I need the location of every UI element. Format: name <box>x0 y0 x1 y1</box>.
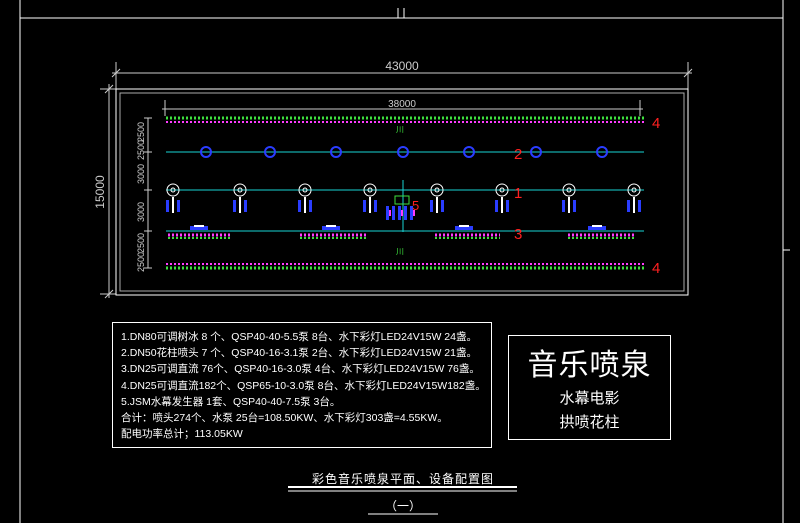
center-mark-bottom: 川 <box>396 247 404 256</box>
marker-2: 2 <box>514 146 522 163</box>
center-mark-top: 川 <box>396 125 404 134</box>
spacing-label-5: 2500 <box>136 233 146 253</box>
note-line-2: 2.DN50花柱喷头 7 个、QSP40-16-3.1泵 2台、水下彩灯LED2… <box>121 347 477 360</box>
note-line-6: 合计：喷头274个、水泵 25台=108.50KW、水下彩灯303盏=4.55K… <box>121 411 448 424</box>
marker-4-bottom: 4 <box>652 260 660 277</box>
dim-38000-label: 38000 <box>388 99 416 110</box>
marker-1: 1 <box>514 185 522 202</box>
marker-4-top: 4 <box>652 115 660 132</box>
nozzle-row-3 <box>166 225 644 239</box>
note-line-5: 5.JSM水幕发生器 1套、QSP40-40-7.5泵 3台。 <box>121 395 341 408</box>
spacing-label-4: 3000 <box>136 202 146 222</box>
nozzle-row-2 <box>166 146 644 158</box>
spacing-label-6: 2500 <box>136 252 146 272</box>
nozzle-row-4-top <box>166 116 644 123</box>
note-line-1: 1.DN80可调树冰 8 个、QSP40-40-5.5泵 8台、水下彩灯LED2… <box>121 331 477 343</box>
title-line-1: 水幕电影 <box>559 390 620 407</box>
title-block: 音乐喷泉 水幕电影 拱喷花柱 <box>508 335 671 440</box>
drawing-number: （一） <box>384 499 421 513</box>
row-spacing-labels: 2500 2500 3000 3000 2500 2500 <box>136 122 146 272</box>
spacing-label-3: 3000 <box>136 164 146 184</box>
water-curtain-generator <box>386 180 415 232</box>
title-line-2: 拱喷花柱 <box>559 414 620 431</box>
note-line-7: 配电功率总计；113.05KW <box>121 428 243 441</box>
spacing-label-2: 2500 <box>136 140 146 160</box>
marker-5: 5 <box>412 198 419 213</box>
drawing-caption: 彩色音乐喷泉平面、设备配置图 <box>311 472 494 486</box>
dim-15000-label: 15000 <box>93 175 107 209</box>
title-main: 音乐喷泉 <box>527 349 652 382</box>
marker-3: 3 <box>514 226 522 243</box>
dim-43000-label: 43000 <box>385 59 419 73</box>
nozzle-row-4-bottom <box>166 263 644 270</box>
equipment-notes: 1.DN80可调树冰 8 个、QSP40-40-5.5泵 8台、水下彩灯LED2… <box>112 322 492 448</box>
spacing-label-1: 2500 <box>136 122 146 142</box>
note-line-4: 4.DN25可调直流182个、QSP65-10-3.0泵 8台、水下彩灯LED2… <box>121 379 486 392</box>
note-line-3: 3.DN25可调直流 76个、QSP40-16-3.0泵 4台、水下彩灯LED2… <box>121 363 480 376</box>
